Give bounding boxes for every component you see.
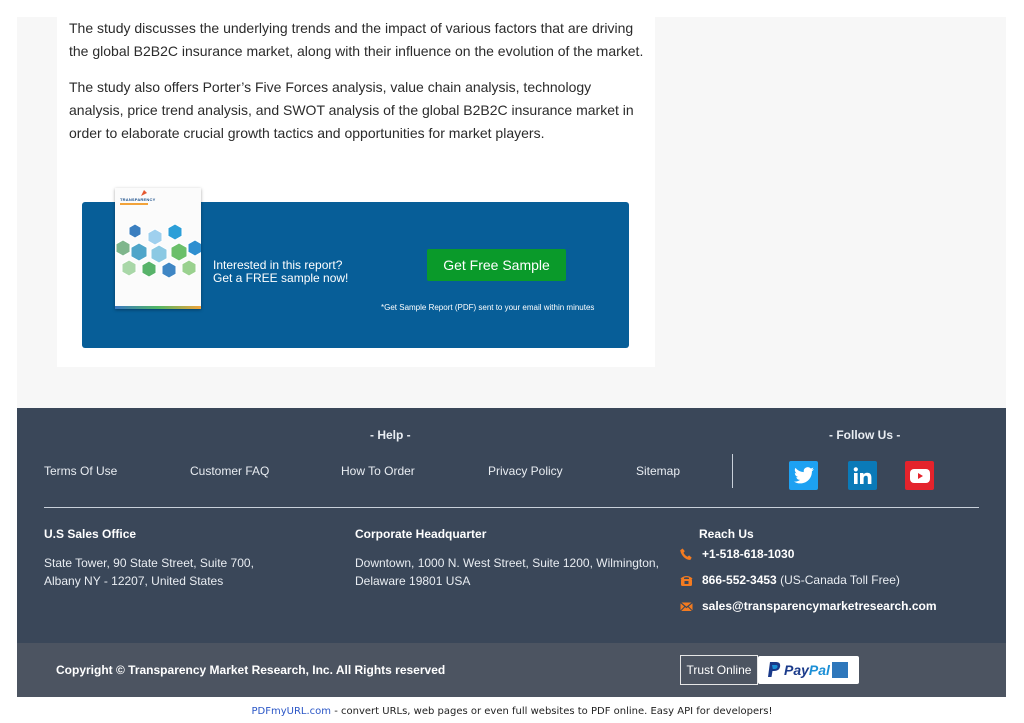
get-free-sample-button[interactable]: Get Free Sample [427, 249, 566, 281]
pdfmyurl-link[interactable]: PDFmyURL.com [252, 706, 332, 717]
report-cover-image: TRANSPARENCY [115, 188, 201, 309]
address-line: State Tower, 90 State Street, Suite 700, [44, 556, 254, 570]
paypal-wordmark: PayPal [784, 662, 830, 678]
footer-vertical-divider [732, 454, 733, 488]
terms-of-use-link[interactable]: Terms Of Use [44, 464, 117, 478]
corporate-headquarter-title: Corporate Headquarter [355, 527, 487, 541]
toll-free-line: 866-552-3453 (US-Canada Toll Free) [702, 573, 900, 587]
follow-us-heading: - Follow Us - [829, 428, 901, 442]
reach-us-title: Reach Us [699, 527, 754, 541]
paypal-logo-icon [768, 662, 781, 677]
pdfmyurl-text: - convert URLs, web pages or even full w… [331, 706, 773, 717]
email-icon [680, 602, 693, 612]
customer-faq-link[interactable]: Customer FAQ [190, 464, 269, 478]
promo-message: Interested in this report? Get a FREE sa… [213, 259, 348, 285]
how-to-order-link[interactable]: How To Order [341, 464, 415, 478]
hexagon-pattern-graphic [115, 223, 201, 279]
trust-online-badge[interactable]: Trust Online [680, 655, 758, 685]
footer-horizontal-divider [44, 507, 979, 508]
promo-line-2: Get a FREE sample now! [213, 271, 349, 285]
telephone-icon [680, 576, 693, 586]
linkedin-icon[interactable] [848, 461, 877, 490]
us-sales-office-address: State Tower, 90 State Street, Suite 700,… [44, 554, 254, 590]
email-link[interactable]: sales@transparencymarketresearch.com [702, 599, 937, 613]
copyright-bar: Copyright © Transparency Market Research… [17, 643, 1006, 697]
phone-icon [680, 548, 692, 560]
address-line: Delaware 19801 USA [355, 574, 471, 588]
phone-number[interactable]: +1-518-618-1030 [702, 547, 794, 561]
site-footer: - Help - - Follow Us - Terms Of Use Cust… [17, 408, 1006, 643]
article-paragraph-1: The study discusses the underlying trend… [69, 20, 644, 59]
toll-free-note: (US-Canada Toll Free) [780, 573, 900, 587]
address-line: Downtown, 1000 N. West Street, Suite 120… [355, 556, 659, 570]
privacy-policy-link[interactable]: Privacy Policy [488, 464, 563, 478]
us-sales-office-title: U.S Sales Office [44, 527, 137, 541]
address-line: Albany NY - 12207, United States [44, 574, 224, 588]
toll-free-number[interactable]: 866-552-3453 [702, 573, 777, 587]
twitter-icon[interactable] [789, 461, 818, 490]
help-heading: - Help - [370, 428, 411, 442]
sitemap-link[interactable]: Sitemap [636, 464, 680, 478]
copyright-text: Copyright © Transparency Market Research… [56, 663, 446, 677]
youtube-icon[interactable] [905, 461, 934, 490]
amex-card-icon [832, 662, 848, 678]
corporate-headquarter-address: Downtown, 1000 N. West Street, Suite 120… [355, 554, 659, 590]
pdfmyurl-note: PDFmyURL.com - convert URLs, web pages o… [0, 706, 1024, 717]
article-paragraph-2: The study also offers Porter’s Five Forc… [69, 79, 634, 141]
sample-note: *Get Sample Report (PDF) sent to your em… [381, 303, 595, 312]
paypal-badge: PayPal [758, 656, 859, 684]
